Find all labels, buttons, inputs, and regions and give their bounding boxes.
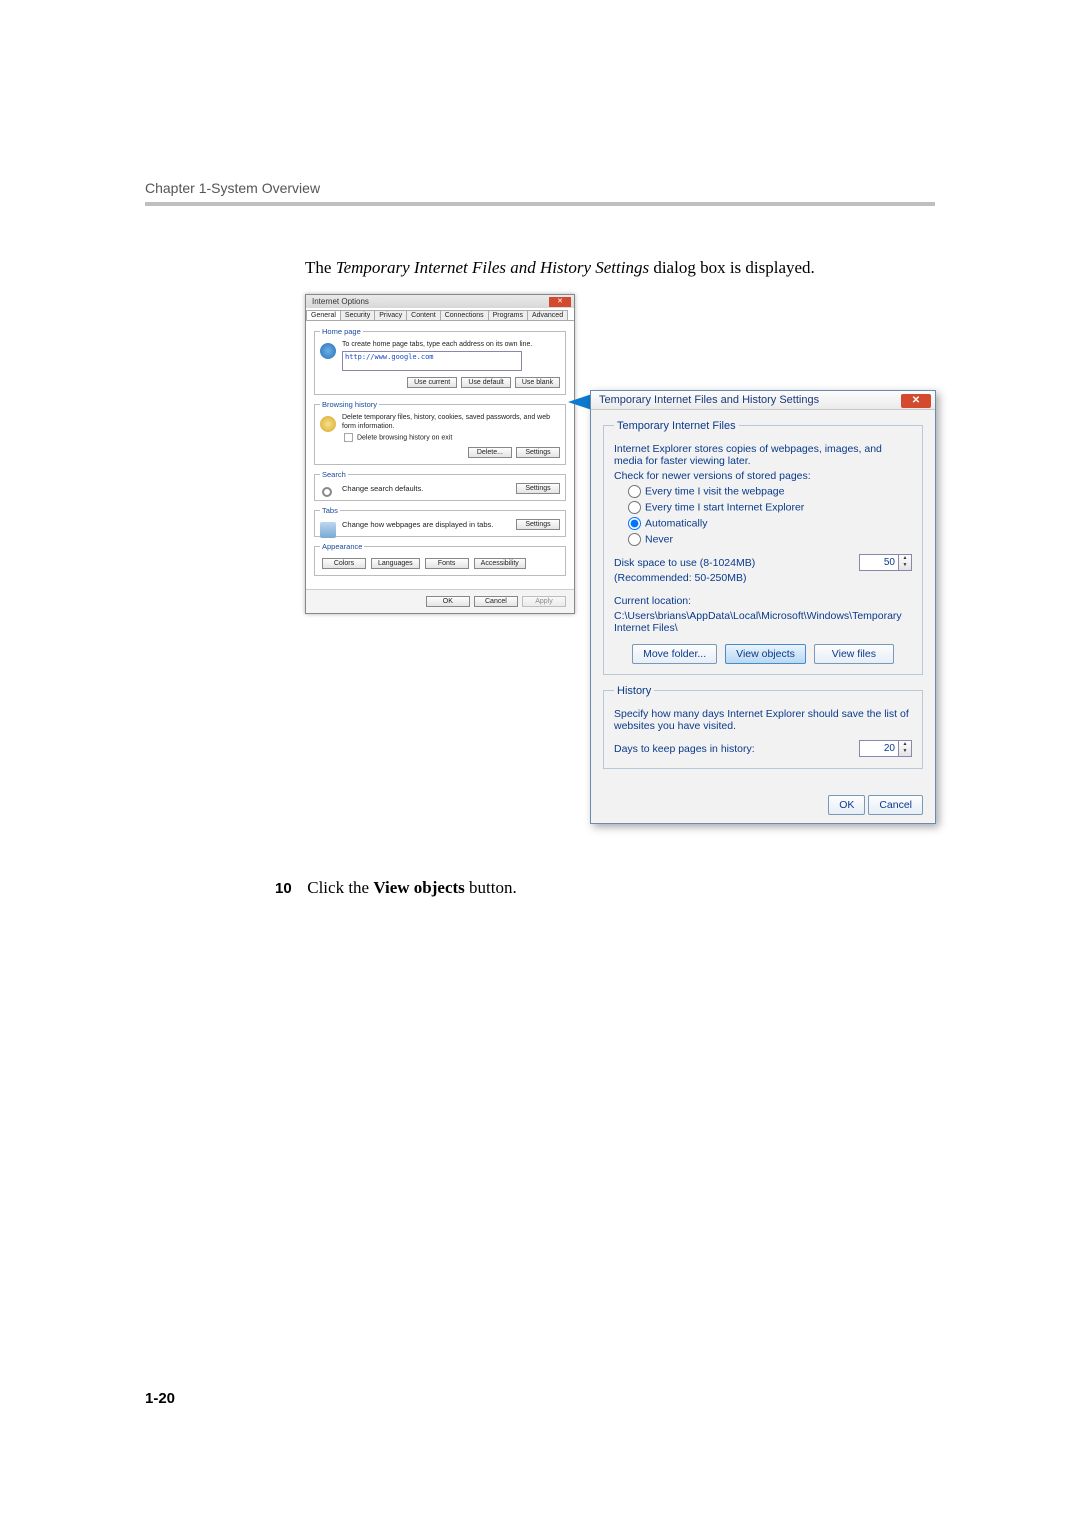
current-location-path: C:\Users\brians\AppData\Local\Microsoft\… bbox=[614, 610, 912, 634]
view-objects-button[interactable]: View objects bbox=[725, 644, 806, 664]
tab-general[interactable]: General bbox=[306, 310, 341, 320]
search-icon bbox=[322, 487, 332, 497]
io-tabs-group: Tabs Change how webpages are displayed i… bbox=[314, 506, 566, 537]
tab-privacy[interactable]: Privacy bbox=[374, 310, 407, 320]
tabs-settings-button[interactable]: Settings bbox=[516, 519, 560, 530]
tif-history-legend: History bbox=[614, 685, 654, 697]
io-tabs-text: Change how webpages are displayed in tab… bbox=[342, 520, 493, 529]
move-folder-button[interactable]: Move folder... bbox=[632, 644, 717, 664]
days-spinner-arrows-icon[interactable]: ▲▼ bbox=[899, 740, 912, 757]
colors-button[interactable]: Colors bbox=[322, 558, 366, 569]
tif-files-group: Temporary Internet Files Internet Explor… bbox=[603, 420, 923, 675]
close-icon[interactable]: ✕ bbox=[549, 297, 571, 307]
delete-on-exit-label: Delete browsing history on exit bbox=[357, 435, 452, 442]
delete-button[interactable]: Delete... bbox=[468, 447, 512, 458]
io-home-text: To create home page tabs, type each addr… bbox=[342, 340, 560, 349]
radio-everytime-visit[interactable]: Every time I visit the webpage bbox=[628, 485, 912, 498]
home-url-input[interactable]: http://www.google.com bbox=[342, 351, 522, 371]
tab-advanced[interactable]: Advanced bbox=[527, 310, 568, 320]
io-tabs-legend: Tabs bbox=[320, 506, 340, 515]
io-search-group: Search Change search defaults. Settings bbox=[314, 470, 566, 501]
io-history-text: Delete temporary files, history, cookies… bbox=[342, 413, 560, 431]
intro-paragraph: The Temporary Internet Files and History… bbox=[305, 256, 935, 280]
callout-arrow-icon bbox=[568, 394, 592, 410]
step-bold: View objects bbox=[373, 878, 464, 897]
languages-button[interactable]: Languages bbox=[371, 558, 420, 569]
disk-space-input[interactable] bbox=[859, 554, 899, 571]
io-apply-button: Apply bbox=[522, 596, 566, 607]
disk-space-label2: (Recommended: 50-250MB) bbox=[614, 572, 755, 584]
history-icon bbox=[320, 416, 336, 432]
chapter-header: Chapter 1-System Overview bbox=[145, 180, 935, 196]
radio-automatically[interactable]: Automatically bbox=[628, 517, 912, 530]
days-label: Days to keep pages in history: bbox=[614, 743, 755, 755]
search-settings-button[interactable]: Settings bbox=[516, 483, 560, 494]
io-history-group: Browsing history Delete temporary files,… bbox=[314, 400, 566, 465]
delete-on-exit-checkbox[interactable]: Delete browsing history on exit bbox=[342, 431, 560, 444]
internet-options-dialog: Internet Options ✕ General Security Priv… bbox=[305, 294, 575, 614]
tif-check-label: Check for newer versions of stored pages… bbox=[614, 470, 912, 482]
intro-italic: Temporary Internet Files and History Set… bbox=[336, 258, 649, 277]
tif-footer: OK Cancel bbox=[591, 791, 935, 823]
use-blank-button[interactable]: Use blank bbox=[515, 377, 560, 388]
home-icon bbox=[320, 343, 336, 359]
io-title-text: Internet Options bbox=[312, 297, 369, 306]
io-appearance-group: Appearance Colors Languages Fonts Access… bbox=[314, 542, 566, 576]
days-stepper[interactable]: ▲▼ bbox=[859, 740, 912, 757]
tif-history-group: History Specify how many days Internet E… bbox=[603, 685, 923, 769]
tabs-icon bbox=[320, 522, 336, 538]
tab-programs[interactable]: Programs bbox=[488, 310, 528, 320]
io-ok-button[interactable]: OK bbox=[426, 596, 470, 607]
tif-cancel-button[interactable]: Cancel bbox=[868, 795, 923, 815]
tab-content[interactable]: Content bbox=[406, 310, 441, 320]
days-input[interactable] bbox=[859, 740, 899, 757]
step-10: 10 Click the View objects button. bbox=[275, 878, 935, 898]
header-rule bbox=[145, 202, 935, 206]
view-files-button[interactable]: View files bbox=[814, 644, 894, 664]
io-tabstrip: General Security Privacy Content Connect… bbox=[306, 308, 574, 321]
use-current-button[interactable]: Use current bbox=[407, 377, 457, 388]
step-number: 10 bbox=[275, 880, 303, 897]
page-number: 1-20 bbox=[145, 1390, 175, 1407]
radio-never[interactable]: Never bbox=[628, 533, 912, 546]
tif-files-desc: Internet Explorer stores copies of webpa… bbox=[614, 443, 912, 467]
tif-close-icon[interactable]: ✕ bbox=[901, 394, 931, 408]
io-appearance-legend: Appearance bbox=[320, 542, 364, 551]
intro-post: dialog box is displayed. bbox=[649, 258, 815, 277]
disk-space-stepper[interactable]: ▲▼ bbox=[859, 554, 912, 571]
tif-dialog: Temporary Internet Files and History Set… bbox=[590, 390, 936, 824]
io-cancel-button[interactable]: Cancel bbox=[474, 596, 518, 607]
tif-files-legend: Temporary Internet Files bbox=[614, 420, 739, 432]
io-footer: OK Cancel Apply bbox=[306, 589, 574, 613]
io-history-legend: Browsing history bbox=[320, 400, 379, 409]
io-home-group: Home page To create home page tabs, type… bbox=[314, 327, 566, 395]
step-post: button. bbox=[465, 878, 517, 897]
io-home-legend: Home page bbox=[320, 327, 363, 336]
tif-ok-button[interactable]: OK bbox=[828, 795, 865, 815]
accessibility-button[interactable]: Accessibility bbox=[474, 558, 526, 569]
radio-everytime-start[interactable]: Every time I start Internet Explorer bbox=[628, 501, 912, 514]
disk-space-label1: Disk space to use (8-1024MB) bbox=[614, 557, 755, 569]
intro-pre: The bbox=[305, 258, 336, 277]
tif-titlebar: Temporary Internet Files and History Set… bbox=[591, 391, 935, 410]
history-settings-button[interactable]: Settings bbox=[516, 447, 560, 458]
step-pre: Click the bbox=[307, 878, 373, 897]
spinner-arrows-icon[interactable]: ▲▼ bbox=[899, 554, 912, 571]
tab-security[interactable]: Security bbox=[340, 310, 375, 320]
tif-history-desc: Specify how many days Internet Explorer … bbox=[614, 708, 912, 732]
delete-on-exit-input[interactable] bbox=[344, 433, 353, 442]
tif-title-text: Temporary Internet Files and History Set… bbox=[599, 394, 819, 406]
io-titlebar: Internet Options ✕ bbox=[306, 295, 574, 308]
io-search-text: Change search defaults. bbox=[342, 484, 423, 493]
use-default-button[interactable]: Use default bbox=[461, 377, 510, 388]
tab-connections[interactable]: Connections bbox=[440, 310, 489, 320]
fonts-button[interactable]: Fonts bbox=[425, 558, 469, 569]
current-location-label: Current location: bbox=[614, 595, 912, 607]
screenshots-area: Internet Options ✕ General Security Priv… bbox=[305, 294, 935, 874]
io-search-legend: Search bbox=[320, 470, 348, 479]
